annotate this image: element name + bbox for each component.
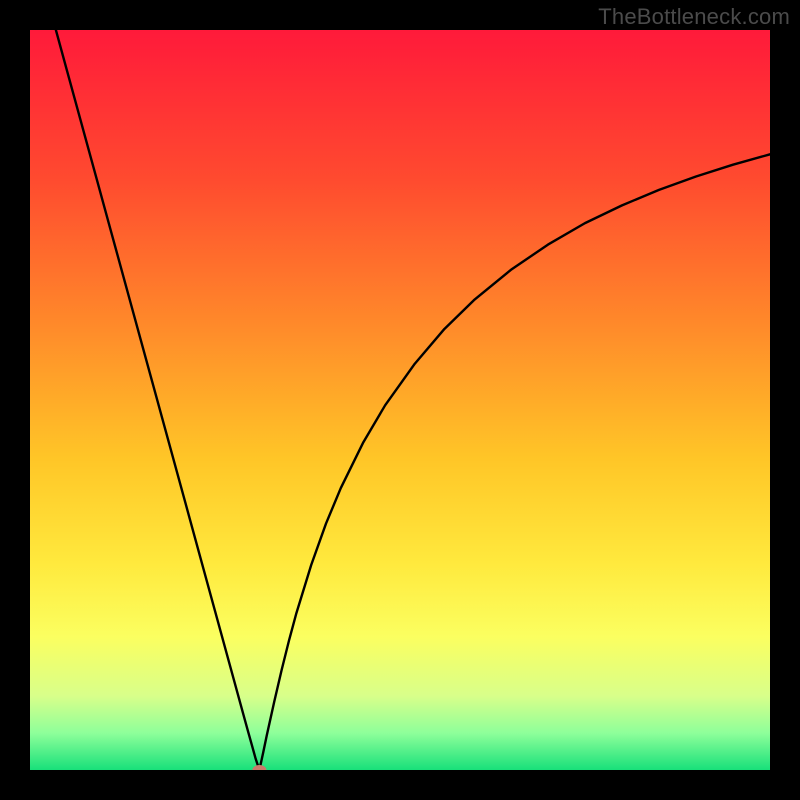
watermark-text: TheBottleneck.com [598,4,790,30]
chart-frame: TheBottleneck.com [0,0,800,800]
plot-background [30,30,770,770]
bottleneck-chart [30,30,770,770]
